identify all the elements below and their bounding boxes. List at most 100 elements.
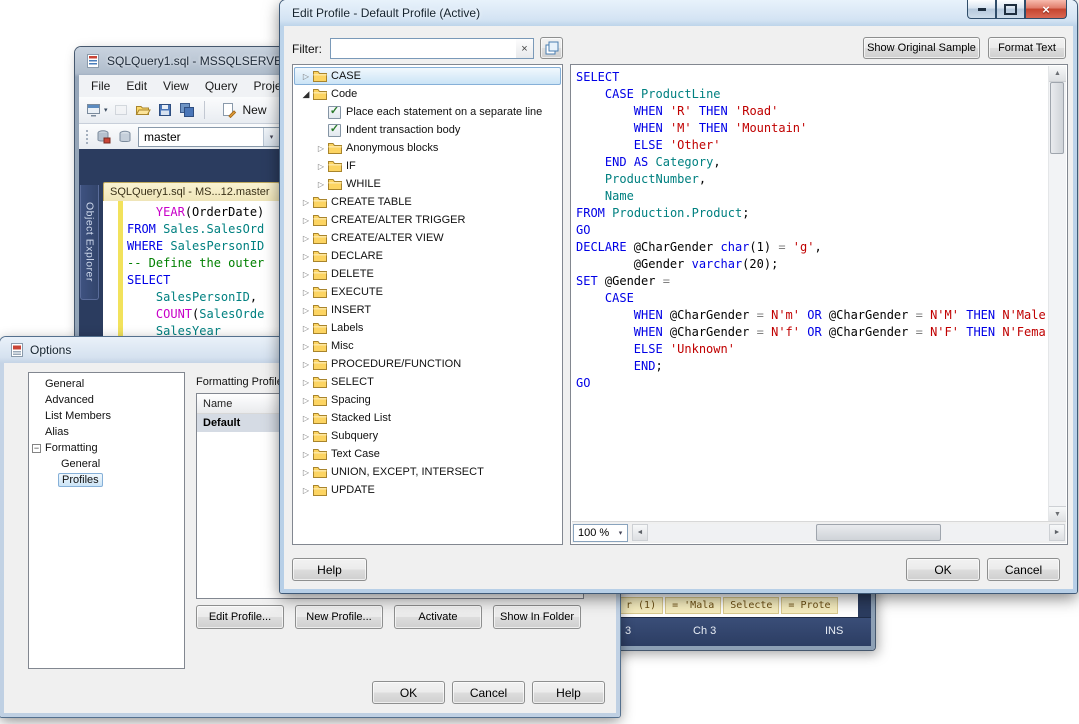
profile-tree-item-union-except-intersect[interactable]: ▷UNION, EXCEPT, INTERSECT xyxy=(294,463,561,481)
collapse-box-icon[interactable]: − xyxy=(32,444,41,453)
scrollbar-thumb[interactable] xyxy=(1050,82,1064,154)
expand-icon[interactable]: ▷ xyxy=(314,144,328,153)
profile-tree-item-while[interactable]: ▷WHILE xyxy=(294,175,561,193)
new-query-icon[interactable] xyxy=(221,102,238,119)
format-text-button[interactable]: Format Text xyxy=(988,37,1066,59)
expand-icon[interactable]: ▷ xyxy=(314,162,328,171)
zoom-level-combo[interactable]: 100 % ▾ xyxy=(573,524,628,542)
menu-item-query[interactable]: Query xyxy=(197,76,246,96)
new-profile-button[interactable]: New Profile... xyxy=(295,605,383,629)
profile-tree-item-declare[interactable]: ▷DECLARE xyxy=(294,247,561,265)
profile-tree-item-case[interactable]: ▷CASE xyxy=(294,67,561,85)
expand-icon[interactable]: ▷ xyxy=(299,324,313,333)
expand-icon[interactable]: ▷ xyxy=(299,468,313,477)
chevron-down-icon[interactable]: ▾ xyxy=(104,106,108,114)
profile-tree-item-execute[interactable]: ▷EXECUTE xyxy=(294,283,561,301)
scroll-right-arrow[interactable]: ► xyxy=(1049,524,1065,541)
expand-icon[interactable]: ▷ xyxy=(299,432,313,441)
expand-icon[interactable]: ▷ xyxy=(299,234,313,243)
chevron-down-icon[interactable]: ▾ xyxy=(263,128,279,146)
profile-tree-item-update[interactable]: ▷UPDATE xyxy=(294,481,561,499)
scroll-down-arrow[interactable]: ▼ xyxy=(1049,506,1066,522)
options-tree-item-general[interactable]: General xyxy=(29,456,184,472)
cancel-button[interactable]: Cancel xyxy=(987,558,1060,581)
profile-tree-item-create-alter-trigger[interactable]: ▷CREATE/ALTER TRIGGER xyxy=(294,211,561,229)
scrollbar-thumb[interactable] xyxy=(816,524,940,541)
profile-tree-item-text-case[interactable]: ▷Text Case xyxy=(294,445,561,463)
help-button[interactable]: Help xyxy=(292,558,367,581)
expand-icon[interactable]: ▷ xyxy=(299,252,313,261)
scroll-up-arrow[interactable]: ▲ xyxy=(1049,66,1066,82)
activate-button[interactable]: Activate xyxy=(394,605,482,629)
expand-icon[interactable]: ▷ xyxy=(299,306,313,315)
menu-item-view[interactable]: View xyxy=(155,76,197,96)
profile-tree-item-spacing[interactable]: ▷Spacing xyxy=(294,391,561,409)
profile-tree-item-code[interactable]: ◢Code xyxy=(294,85,561,103)
change-connection-icon[interactable] xyxy=(94,129,111,146)
chevron-down-icon[interactable]: ▾ xyxy=(614,529,627,537)
profile-tree-item-insert[interactable]: ▷INSERT xyxy=(294,301,561,319)
close-button[interactable]: × xyxy=(1025,0,1067,19)
new-query-button[interactable]: New xyxy=(243,103,267,117)
profile-tree-item-place-each-statement-on-a-separate-line[interactable]: ✓Place each statement on a separate line xyxy=(294,103,561,121)
horizontal-scrollbar[interactable]: ◄ ► xyxy=(632,524,1065,541)
save-all-icon[interactable] xyxy=(179,102,196,119)
clear-filter-button[interactable]: × xyxy=(516,38,534,59)
maximize-button[interactable] xyxy=(996,0,1025,19)
save-icon[interactable] xyxy=(157,102,174,119)
expand-icon[interactable]: ▷ xyxy=(299,342,313,351)
expand-icon[interactable]: ▷ xyxy=(299,270,313,279)
profile-tree-item-procedure-function[interactable]: ▷PROCEDURE/FUNCTION xyxy=(294,355,561,373)
minimize-button[interactable] xyxy=(967,0,996,19)
options-tree-item-profiles[interactable]: Profiles xyxy=(29,472,184,488)
expand-icon[interactable]: ▷ xyxy=(299,450,313,459)
cancel-button[interactable]: Cancel xyxy=(452,681,525,704)
expand-icon[interactable]: ▷ xyxy=(299,216,313,225)
menu-item-file[interactable]: File xyxy=(83,76,118,96)
options-tree-item-list-members[interactable]: List Members xyxy=(29,408,184,424)
object-explorer-tab[interactable]: Object Explorer xyxy=(80,185,99,300)
expand-icon[interactable]: ▷ xyxy=(299,396,313,405)
profile-tree-item-select[interactable]: ▷SELECT xyxy=(294,373,561,391)
profile-tree-item-anonymous-blocks[interactable]: ▷Anonymous blocks xyxy=(294,139,561,157)
expand-icon[interactable]: ▷ xyxy=(314,180,328,189)
profile-tree-item-stacked-list[interactable]: ▷Stacked List xyxy=(294,409,561,427)
checkbox[interactable]: ✓ xyxy=(328,106,341,119)
ok-button[interactable]: OK xyxy=(906,558,980,581)
connect-icon[interactable] xyxy=(85,102,102,119)
profile-tree-item-misc[interactable]: ▷Misc xyxy=(294,337,561,355)
scroll-left-arrow[interactable]: ◄ xyxy=(632,524,648,541)
open-file-icon[interactable] xyxy=(135,102,152,119)
expand-icon[interactable]: ▷ xyxy=(299,360,313,369)
expand-icon[interactable]: ▷ xyxy=(299,414,313,423)
collapse-icon[interactable]: ◢ xyxy=(299,89,313,100)
profile-tree-item-create-table[interactable]: ▷CREATE TABLE xyxy=(294,193,561,211)
menu-item-edit[interactable]: Edit xyxy=(118,76,155,96)
options-tree-item-alias[interactable]: Alias xyxy=(29,424,184,440)
expand-icon[interactable]: ▷ xyxy=(299,198,313,207)
expand-icon[interactable]: ▷ xyxy=(299,72,313,81)
profile-tree-item-delete[interactable]: ▷DELETE xyxy=(294,265,561,283)
options-tree-item-advanced[interactable]: Advanced xyxy=(29,392,184,408)
editor-tab[interactable]: SQLQuery1.sql - MS...12.master xyxy=(103,182,280,201)
profile-tree-item-subquery[interactable]: ▷Subquery xyxy=(294,427,561,445)
toolbar-grip[interactable] xyxy=(85,129,89,145)
vertical-scrollbar[interactable]: ▲ ▼ xyxy=(1048,66,1066,522)
expand-icon[interactable]: ▷ xyxy=(299,486,313,495)
scrollbar-track[interactable] xyxy=(648,524,1049,541)
profile-tree-item-indent-transaction-body[interactable]: ✓Indent transaction body xyxy=(294,121,561,139)
show-in-folder-button[interactable]: Show In Folder xyxy=(493,605,581,629)
show-original-sample-button[interactable]: Show Original Sample xyxy=(863,37,980,59)
profile-tree-item-if[interactable]: ▷IF xyxy=(294,157,561,175)
profile-tree-item-labels[interactable]: ▷Labels xyxy=(294,319,561,337)
edit-profile-button[interactable]: Edit Profile... xyxy=(196,605,284,629)
checkbox[interactable]: ✓ xyxy=(328,124,341,137)
ok-button[interactable]: OK xyxy=(372,681,445,704)
profile-tree-item-create-alter-view[interactable]: ▷CREATE/ALTER VIEW xyxy=(294,229,561,247)
help-button[interactable]: Help xyxy=(532,681,605,704)
options-tree-item-general[interactable]: General xyxy=(29,376,184,392)
collapse-all-button[interactable] xyxy=(540,37,563,59)
filter-input[interactable] xyxy=(330,38,517,59)
expand-icon[interactable]: ▷ xyxy=(299,288,313,297)
database-combo[interactable]: master ▾ xyxy=(138,127,280,147)
